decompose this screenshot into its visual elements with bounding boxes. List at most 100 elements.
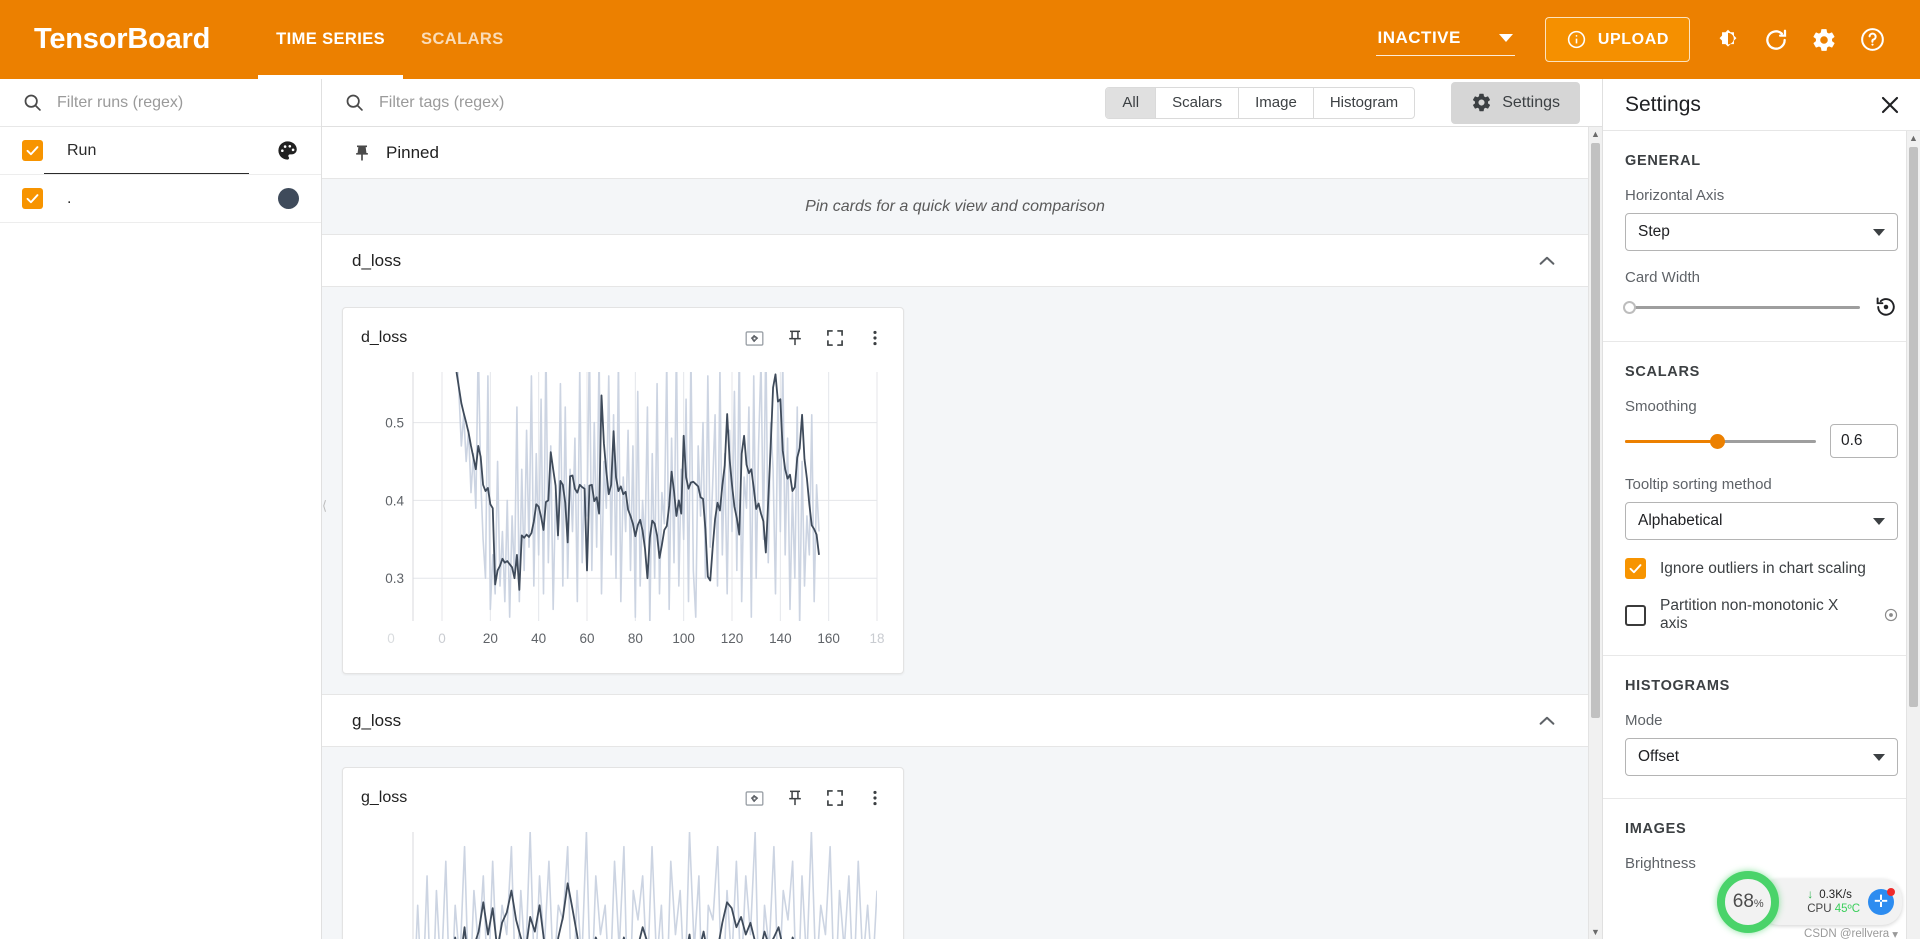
card-actions-g-loss <box>744 788 885 809</box>
svg-text:100: 100 <box>672 631 695 646</box>
color-palette-icon[interactable] <box>276 139 299 162</box>
tags-search-input[interactable]: Filter tags (regex) <box>379 94 504 112</box>
smoothing-label: Smoothing <box>1625 398 1697 415</box>
overlay-network-row: ↓ 0.3K/s <box>1807 887 1860 902</box>
card-width-slider[interactable] <box>1623 300 1860 314</box>
smoothing-value-input[interactable]: 0.6 <box>1830 424 1898 458</box>
tooltip-sort-select[interactable]: Alphabetical <box>1625 502 1898 540</box>
cards-scroll-region: Pinned Pin cards for a quick view and co… <box>322 127 1602 939</box>
chevron-up-icon[interactable] <box>1536 710 1558 732</box>
run-checkbox[interactable] <box>22 188 43 209</box>
close-icon[interactable] <box>1878 93 1902 117</box>
settings-vertical-scrollbar[interactable]: ▲ <box>1906 131 1920 939</box>
sidebar-resize-handle[interactable]: ⟨ <box>322 498 327 520</box>
run-color-swatch[interactable] <box>278 188 299 209</box>
brightness-icon[interactable] <box>1704 16 1752 64</box>
chevron-up-icon[interactable] <box>1536 250 1558 272</box>
pin-icon[interactable] <box>785 328 805 348</box>
pin-icon[interactable] <box>785 788 805 808</box>
settings-header: Settings <box>1603 79 1920 131</box>
upload-label: UPLOAD <box>1597 30 1669 48</box>
app-body: Filter runs (regex) Run . ⟨ Filter tags … <box>0 79 1920 939</box>
help-icon[interactable] <box>1884 608 1898 622</box>
plot-d-loss[interactable]: 0.3 0.4 0.5 0 20 40 60 80 100 120 140 160 18 0 <box>361 362 885 657</box>
run-list-item[interactable]: . <box>0 175 321 223</box>
partition-x-axis-row[interactable]: Partition non-monotonic X axis <box>1625 597 1898 633</box>
settings-scrollbar-thumb[interactable] <box>1909 147 1918 707</box>
group-header-g-loss[interactable]: g_loss <box>322 695 1588 747</box>
pinned-title-wrap: Pinned <box>352 143 439 163</box>
scroll-down-arrow-icon[interactable]: ▼ <box>1589 925 1602 939</box>
chevron-down-icon <box>1873 228 1885 236</box>
card-header-d-loss: d_loss <box>361 322 885 354</box>
overlay-credit: CSDN @rellvera ▾ <box>1804 927 1898 939</box>
settings-panel: Settings GENERAL Horizontal Axis Step Ca… <box>1602 79 1920 939</box>
more-options-icon[interactable] <box>865 328 885 348</box>
tab-scalars[interactable]: SCALARS <box>403 0 522 79</box>
smoothing-slider-fill <box>1625 439 1717 443</box>
chevron-down-icon[interactable]: ▾ <box>1892 927 1898 939</box>
group-title-g-loss: g_loss <box>352 710 402 730</box>
overlay-pill[interactable]: 68% ↓ 0.3K/s CPU 45ºC ✛ <box>1717 871 1902 933</box>
fullscreen-icon[interactable] <box>825 328 845 348</box>
horizontal-axis-value: Step <box>1638 223 1670 240</box>
partition-x-axis-label: Partition non-monotonic X axis <box>1660 597 1839 632</box>
app-header: TensorBoard TIME SERIES SCALARS INACTIVE… <box>0 0 1920 79</box>
filter-histogram[interactable]: Histogram <box>1314 88 1414 118</box>
fullscreen-icon[interactable] <box>825 788 845 808</box>
scroll-up-arrow-icon[interactable]: ▲ <box>1589 127 1602 141</box>
upload-button[interactable]: UPLOAD <box>1544 17 1690 62</box>
svg-text:140: 140 <box>769 631 792 646</box>
ignore-outliers-row[interactable]: Ignore outliers in chart scaling <box>1625 558 1898 579</box>
help-icon[interactable] <box>1848 16 1896 64</box>
runs-search-input[interactable]: Filter runs (regex) <box>57 94 183 112</box>
pinned-group-header[interactable]: Pinned <box>322 127 1588 179</box>
overlay-add-button[interactable]: ✛ <box>1868 888 1895 915</box>
runs-sidebar: Filter runs (regex) Run . <box>0 79 322 939</box>
tab-time-series[interactable]: TIME SERIES <box>258 0 403 79</box>
overlay-cpu-row: CPU 45ºC <box>1807 902 1860 916</box>
svg-text:160: 160 <box>817 631 840 646</box>
smoothing-slider[interactable] <box>1625 433 1816 449</box>
card-width-slider-knob[interactable] <box>1623 300 1636 314</box>
horizontal-axis-select[interactable]: Step <box>1625 213 1898 251</box>
chart-card-d-loss: d_loss 0.3 0.4 0.5 0 20 40 60 80 100 120… <box>342 307 904 674</box>
scroll-up-arrow-icon[interactable]: ▲ <box>1907 131 1920 145</box>
smoothing-slider-row: 0.6 <box>1625 424 1898 458</box>
filter-scalars[interactable]: Scalars <box>1156 87 1240 118</box>
plugin-filter-group: All Scalars Image Histogram <box>1105 86 1416 119</box>
smoothing-slider-knob[interactable] <box>1709 433 1725 449</box>
card-header-g-loss: g_loss <box>361 782 885 814</box>
card-title-d-loss: d_loss <box>361 329 408 346</box>
card-title-g-loss: g_loss <box>361 789 408 806</box>
filter-all[interactable]: All <box>1106 87 1157 118</box>
reload-state-dropdown[interactable]: INACTIVE <box>1375 24 1515 56</box>
refresh-icon[interactable] <box>1752 16 1800 64</box>
filter-image[interactable]: Image <box>1239 87 1314 118</box>
header-actions: INACTIVE UPLOAD <box>1375 16 1897 64</box>
partition-x-axis-checkbox[interactable] <box>1625 604 1646 626</box>
scrollbar-thumb[interactable] <box>1591 143 1600 718</box>
histogram-mode-select[interactable]: Offset <box>1625 738 1898 776</box>
reset-card-width-icon[interactable] <box>1874 295 1898 319</box>
group-body-g-loss: g_loss <box>322 747 1588 939</box>
ignore-outliers-label: Ignore outliers in chart scaling <box>1660 559 1866 577</box>
cards-vertical-scrollbar[interactable]: ▲ ▼ <box>1588 127 1602 939</box>
search-icon <box>22 92 43 113</box>
system-monitor-overlay[interactable]: 68% ↓ 0.3K/s CPU 45ºC ✛ CSDN @rellvera ▾ <box>1717 871 1902 939</box>
settings-toggle-button[interactable]: Settings <box>1451 81 1580 124</box>
fit-domain-icon[interactable] <box>744 788 765 809</box>
fit-domain-icon[interactable] <box>744 328 765 349</box>
svg-text:60: 60 <box>579 631 594 646</box>
cards-column: Pinned Pin cards for a quick view and co… <box>322 127 1588 939</box>
plot-g-loss[interactable]: 3 <box>361 822 885 939</box>
search-icon <box>344 92 365 113</box>
group-header-d-loss[interactable]: d_loss <box>322 235 1588 287</box>
ignore-outliers-checkbox[interactable] <box>1625 558 1646 579</box>
more-options-icon[interactable] <box>865 788 885 808</box>
settings-gear-icon[interactable] <box>1800 16 1848 64</box>
runs-search-row[interactable]: Filter runs (regex) <box>0 79 321 127</box>
select-all-runs-checkbox[interactable] <box>22 140 43 161</box>
settings-section-general: GENERAL Horizontal Axis Step Card Width <box>1603 131 1920 342</box>
overlay-stats: ↓ 0.3K/s CPU 45ºC <box>1803 887 1860 916</box>
